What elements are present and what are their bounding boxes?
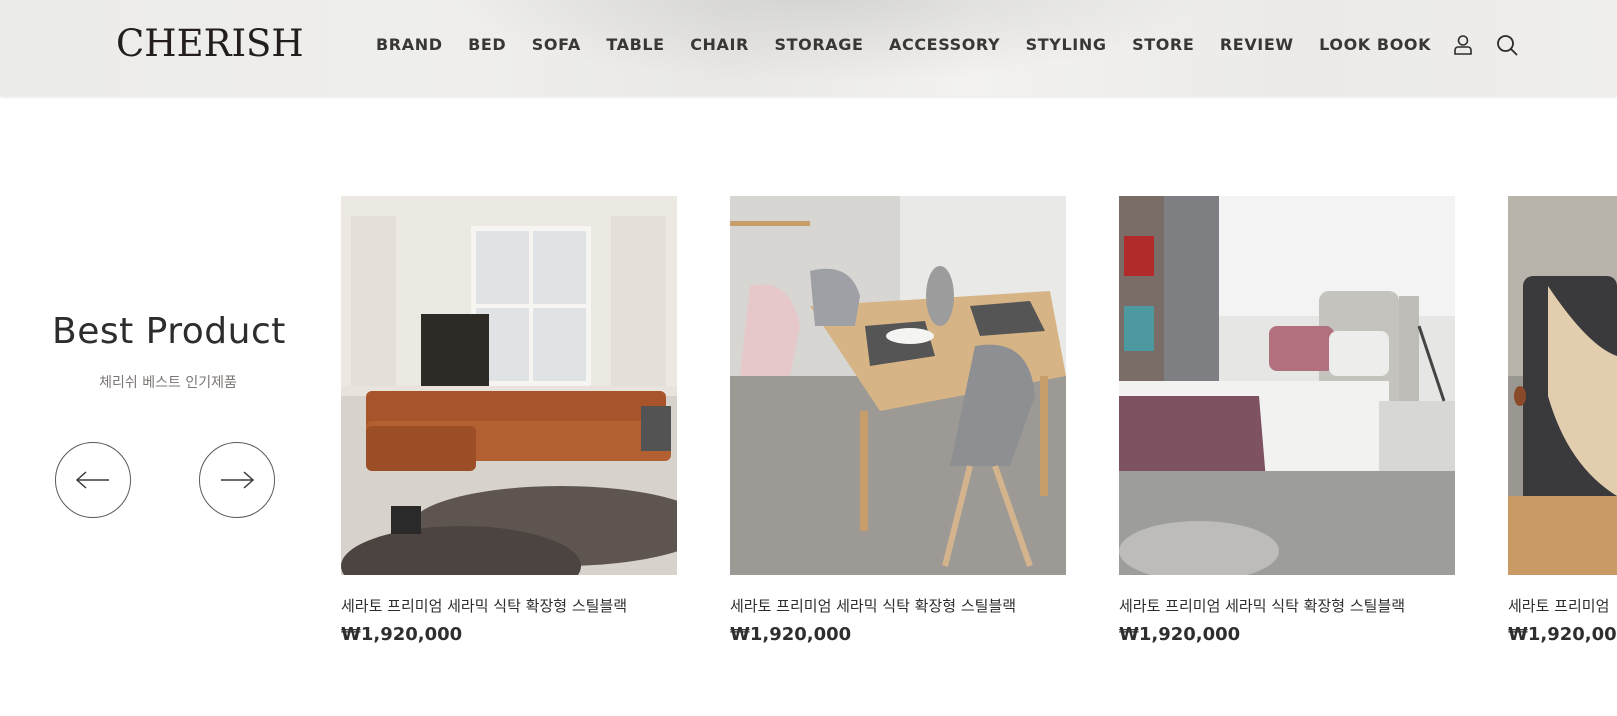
- nav-table[interactable]: TABLE: [606, 35, 664, 54]
- product-price: ₩1,920,000: [1508, 624, 1617, 645]
- product-price: ₩1,920,000: [1119, 624, 1241, 645]
- nav-chair[interactable]: CHAIR: [690, 35, 749, 54]
- product-image-dark-bed[interactable]: [1508, 196, 1617, 575]
- main-nav: BRAND BED SOFA TABLE CHAIR STORAGE ACCES…: [376, 35, 1457, 54]
- site-header: CHERISH BRAND BED SOFA TABLE CHAIR STORA…: [0, 0, 1617, 96]
- nav-storage[interactable]: STORAGE: [774, 35, 863, 54]
- nav-sofa[interactable]: SOFA: [532, 35, 581, 54]
- product-card[interactable]: 세라토 프리미엄 세라믹 식탁 확장형 스틸블랙 ₩1,920,000: [730, 196, 1066, 645]
- nav-bed[interactable]: BED: [468, 35, 506, 54]
- product-price: ₩1,920,000: [730, 624, 852, 645]
- site-logo[interactable]: CHERISH: [116, 22, 304, 65]
- user-icon[interactable]: [1451, 33, 1475, 57]
- product-price: ₩1,920,000: [341, 624, 463, 645]
- nav-store[interactable]: STORE: [1132, 35, 1194, 54]
- product-name[interactable]: 세라토 프리미엄 세라믹 식탁 확장형 스틸블랙: [341, 595, 677, 616]
- prev-button[interactable]: [55, 442, 131, 518]
- search-icon[interactable]: [1495, 33, 1519, 57]
- nav-review[interactable]: REVIEW: [1220, 35, 1294, 54]
- nav-brand[interactable]: BRAND: [376, 35, 443, 54]
- next-button[interactable]: [199, 442, 275, 518]
- section-subtitle: 체리쉬 베스트 인기제품: [99, 375, 237, 391]
- product-card[interactable]: 세라토 프리미엄 세라믹 식탁 확장형 스틸블랙 ₩1,920,000: [341, 196, 677, 645]
- product-image-dining[interactable]: [730, 196, 1066, 575]
- nav-accessory[interactable]: ACCESSORY: [889, 35, 1000, 54]
- product-image-sofa[interactable]: [341, 196, 677, 575]
- nav-look-book[interactable]: LOOK BOOK: [1319, 35, 1431, 54]
- product-card[interactable]: 세라토 프리미엄 세라믹 식탁 확장형 스틸블랙 ₩1,920,000: [1119, 196, 1455, 645]
- product-name[interactable]: 세라토 프리미엄 세라믹 식탁 확장형 스틸블랙: [1119, 595, 1455, 616]
- nav-styling[interactable]: STYLING: [1026, 35, 1107, 54]
- product-image-bedroom[interactable]: [1119, 196, 1455, 575]
- arrow-left-icon: [75, 471, 109, 489]
- product-name[interactable]: 세라토 프리미엄: [1508, 595, 1617, 616]
- product-card[interactable]: 세라토 프리미엄 ₩1,920,000: [1508, 196, 1617, 645]
- section-title: Best Product: [52, 311, 286, 352]
- product-name[interactable]: 세라토 프리미엄 세라믹 식탁 확장형 스틸블랙: [730, 595, 1066, 616]
- arrow-right-icon: [221, 471, 255, 489]
